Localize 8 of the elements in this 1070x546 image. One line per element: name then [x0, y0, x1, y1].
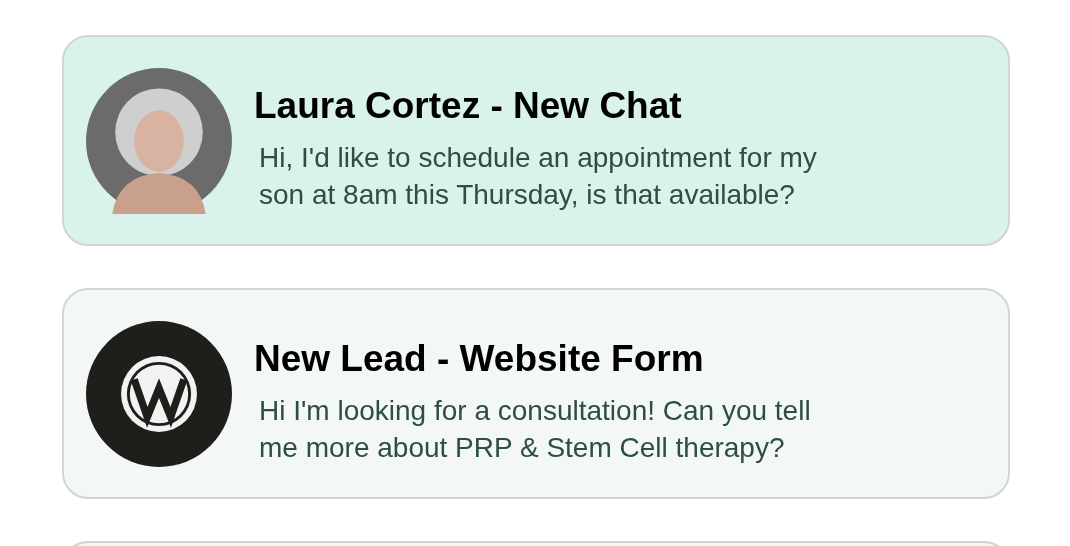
- logo-icon: [86, 320, 232, 467]
- conversation-card[interactable]: New Lead - Website Form Hi I'm looking for a consultation! Can you tell me more about PRP & Stem Cell therapy?: [62, 288, 1010, 499]
- conversation-card[interactable]: Laura Cortez - New Chat Hi, I'd like to schedule an appointment for my son at 8am this Thursday, is that available?: [62, 35, 1010, 246]
- conversation-title: New Lead - Website Form: [254, 337, 705, 380]
- message-preview: Hi I'm looking for a consultation! Can you tell me more about PRP & Stem Cell therapy?: [259, 393, 812, 465]
- conversation-title: Laura Cortez - New Chat: [254, 84, 683, 127]
- message-preview: Hi, I'd like to schedule an appointment for my son at 8am this Thursday, is that available?: [259, 140, 818, 212]
- avatar-icon: [86, 67, 232, 214]
